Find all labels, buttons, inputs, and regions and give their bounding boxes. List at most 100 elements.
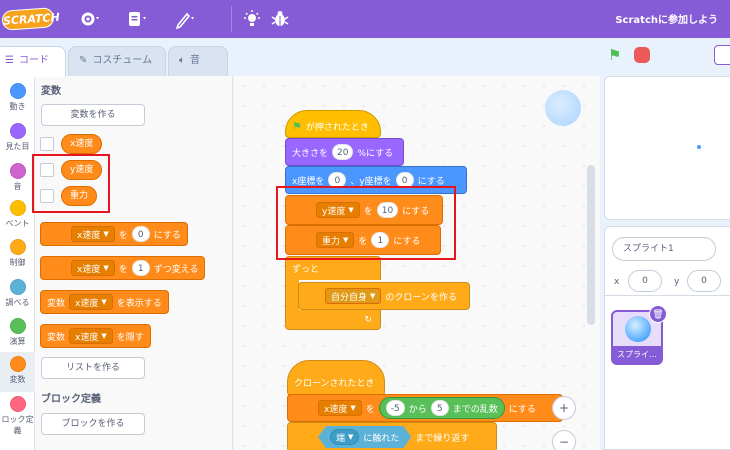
- code-area[interactable]: ⚑ が押されたとき 大きさを 20 %にする x座標を 0 、y座標を 0 にす…: [234, 76, 600, 450]
- repeat-until-block[interactable]: 端 ▼ に触れた まで繰り返す: [287, 422, 497, 450]
- chevron-down-icon: ▼: [350, 404, 356, 412]
- x-label: x: [614, 277, 620, 287]
- menu-bar: SCRATCH Scratchに参加しよう: [0, 0, 730, 38]
- category-label: ベント: [5, 219, 30, 228]
- code-icon: ☰: [5, 55, 14, 66]
- dropdown-value: x速度: [77, 264, 101, 275]
- variable-dropdown[interactable]: x速度 ▼: [69, 328, 113, 344]
- pick-random-reporter[interactable]: -5 から 5 までの乱数: [378, 397, 505, 419]
- tab-code-label: コード: [18, 55, 49, 66]
- sprite-on-stage[interactable]: [697, 145, 701, 149]
- random-to-input[interactable]: 5: [430, 400, 449, 416]
- dropdown-value: x速度: [324, 404, 348, 415]
- dropdown-value: x速度: [75, 332, 99, 343]
- zoom-in-button[interactable]: +: [552, 396, 576, 420]
- category-label: 演算: [9, 337, 26, 346]
- category-sensing-dot: [9, 279, 26, 295]
- category-looks[interactable]: 見た目: [0, 119, 35, 159]
- value-input[interactable]: 1: [131, 260, 150, 276]
- category-operators[interactable]: 演算: [0, 314, 35, 354]
- variable-reporter-x-speed[interactable]: x速度: [61, 134, 103, 154]
- tab-sounds[interactable]: 🔈︎ 音: [168, 46, 228, 76]
- sprite-name-field[interactable]: スプライト1: [612, 237, 716, 261]
- set-size-block[interactable]: 大きさを 20 %にする: [285, 138, 404, 166]
- block-text: を: [365, 404, 375, 415]
- block-text: から: [408, 404, 427, 415]
- category-variables-dot: [9, 356, 26, 372]
- sprite-ball-image: [625, 316, 651, 342]
- block-text: に触れた: [363, 433, 400, 444]
- menu-divider: [231, 6, 232, 32]
- category-control-dot: [9, 239, 26, 255]
- make-variable-button[interactable]: 変数を作る: [41, 104, 145, 126]
- variable-dropdown[interactable]: x速度 ▼: [318, 400, 362, 416]
- code-area-scrollbar[interactable]: [587, 165, 595, 325]
- zoom-out-button[interactable]: −: [552, 430, 576, 450]
- block-text: までの乱数: [452, 404, 498, 415]
- variable-checkbox[interactable]: [40, 137, 54, 151]
- trash-icon[interactable]: 🗑︎: [649, 305, 667, 323]
- when-flag-clicked-hat[interactable]: ⚑ が押されたとき: [285, 110, 381, 138]
- touching-reporter[interactable]: 端 ▼ に触れた: [318, 426, 411, 448]
- clone-target-dropdown[interactable]: 自分自身 ▼: [325, 288, 382, 304]
- speaker-icon: 🔈︎: [179, 55, 185, 66]
- make-list-button[interactable]: リストを作る: [41, 357, 145, 379]
- scratch-logo[interactable]: SCRATCH: [1, 7, 60, 31]
- category-sensing[interactable]: 調べる: [0, 275, 35, 315]
- chevron-down-icon: ▼: [101, 298, 107, 306]
- category-events[interactable]: ベント: [0, 196, 35, 236]
- dropdown-value: x速度: [75, 298, 99, 309]
- small-stage-button[interactable]: [714, 45, 730, 65]
- block-text: を: [118, 230, 128, 241]
- edit-menu-icon[interactable]: [175, 9, 199, 30]
- block-text: 、y座標を: [350, 176, 392, 187]
- category-sound[interactable]: 音: [0, 159, 35, 199]
- value-input[interactable]: 0: [131, 226, 150, 242]
- block-text: まで繰り返す: [415, 433, 470, 444]
- stage[interactable]: [604, 76, 730, 220]
- variable-dropdown[interactable]: x速度 ▼: [71, 260, 115, 276]
- block-palette: 変数 変数を作る x速度 y速度 重力 x速度 ▼ を 0 にする x速度 ▼ を …: [35, 76, 233, 450]
- category-myblocks[interactable]: ロック定義: [0, 392, 35, 440]
- palette-set-variable-block[interactable]: x速度 ▼ を 0 にする: [40, 222, 188, 246]
- category-motion[interactable]: 動き: [0, 79, 35, 119]
- make-block-button[interactable]: ブロックを作る: [41, 413, 145, 435]
- debug-bug-icon[interactable]: [271, 9, 289, 29]
- variable-dropdown[interactable]: x速度 ▼: [69, 294, 113, 310]
- file-menu-icon[interactable]: [127, 9, 151, 29]
- forever-arm: [285, 279, 299, 311]
- category-looks-dot: [9, 123, 26, 139]
- tab-costumes[interactable]: ✎ コスチューム: [68, 46, 166, 76]
- block-text: が押されたとき: [305, 122, 369, 133]
- category-control[interactable]: 制御: [0, 235, 35, 275]
- block-text: のクローンを作る: [385, 292, 457, 303]
- y-position-field[interactable]: 0: [687, 270, 721, 292]
- category-variables[interactable]: 変数: [0, 352, 35, 392]
- current-sprite-indicator: [545, 90, 581, 126]
- green-flag-icon[interactable]: ⚑: [608, 47, 624, 63]
- category-label: 見た目: [5, 142, 30, 151]
- stop-sign-icon[interactable]: [634, 47, 650, 63]
- tab-code[interactable]: ☰ コード: [0, 46, 66, 77]
- when-clone-starts-hat[interactable]: クローンされたとき: [287, 360, 385, 396]
- variables-heading: 変数: [41, 86, 61, 97]
- category-events-dot: [9, 200, 26, 216]
- variable-dropdown[interactable]: x速度 ▼: [71, 226, 115, 242]
- category-operators-dot: [9, 318, 26, 334]
- palette-change-variable-block[interactable]: x速度 ▼ を 1 ずつ変える: [40, 256, 206, 280]
- tab-sounds-label: 音: [190, 55, 200, 66]
- palette-show-variable-block[interactable]: 変数 x速度 ▼ を表示する: [40, 290, 169, 314]
- join-scratch-link[interactable]: Scratchに参加しよう: [615, 11, 718, 26]
- block-text: を隠す: [116, 332, 144, 343]
- set-x-speed-random-block[interactable]: x速度 ▼ を -5 から 5 までの乱数 にする: [287, 394, 563, 422]
- palette-hide-variable-block[interactable]: 変数 x速度 ▼ を隠す: [40, 324, 151, 348]
- x-position-field[interactable]: 0: [628, 270, 662, 292]
- block-text: ずつ変える: [153, 264, 199, 275]
- create-clone-block[interactable]: 自分自身 ▼ のクローンを作る: [298, 282, 470, 310]
- settings-gear-icon[interactable]: [80, 9, 102, 29]
- size-input[interactable]: 20: [332, 144, 354, 160]
- touch-target-dropdown[interactable]: 端 ▼: [330, 429, 359, 445]
- random-from-input[interactable]: -5: [385, 400, 405, 416]
- turbo-lightbulb-icon[interactable]: [243, 9, 261, 29]
- block-text: %にする: [357, 148, 394, 159]
